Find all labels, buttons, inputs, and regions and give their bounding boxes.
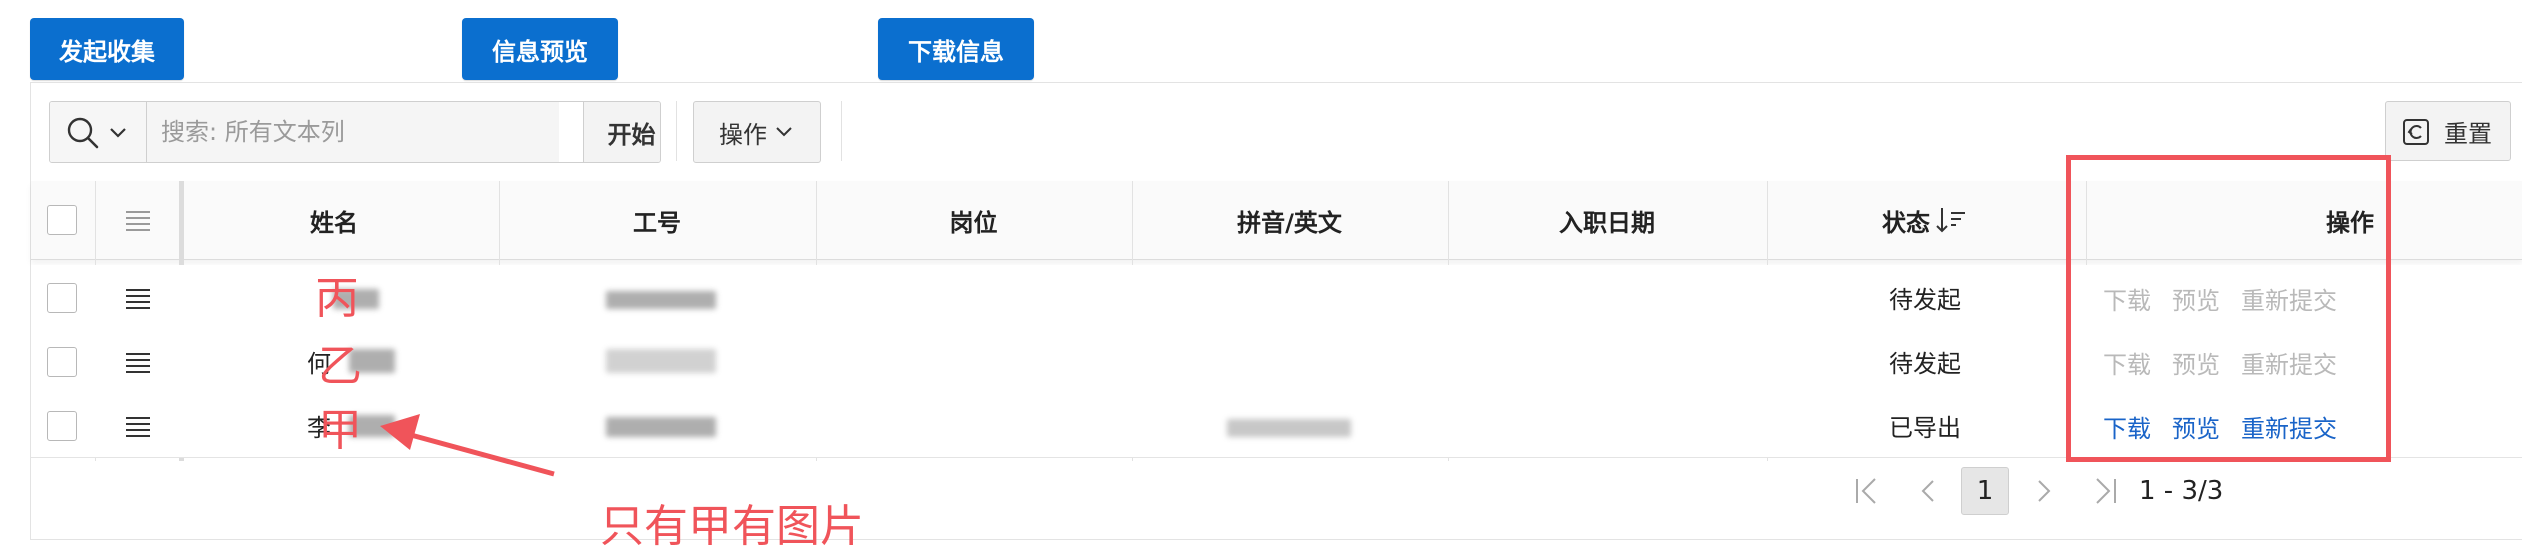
- chevron-down-icon: [110, 128, 126, 138]
- reset-button[interactable]: 重置: [2385, 101, 2511, 161]
- redacted-employee-id: [606, 291, 716, 309]
- redacted-employee-id: [606, 349, 716, 373]
- status-header-label: 状态: [1882, 208, 1930, 237]
- search-group: 开始: [49, 101, 661, 163]
- column-header-name[interactable]: 姓名: [179, 181, 489, 259]
- row-checkbox[interactable]: [47, 283, 77, 313]
- actions-menu-button[interactable]: 操作: [693, 101, 821, 163]
- row-menu-icon[interactable]: [124, 286, 152, 310]
- annotation-label: 甲: [318, 405, 362, 456]
- search-column-selector[interactable]: [50, 102, 147, 162]
- go-button[interactable]: 开始: [583, 102, 660, 162]
- actions-menu-label: 操作: [719, 120, 767, 149]
- status-cell: 待发起: [1889, 349, 1961, 378]
- start-collect-button[interactable]: 发起收集: [30, 18, 184, 80]
- row-menu-icon[interactable]: [124, 350, 152, 374]
- status-cell: 已导出: [1889, 413, 1961, 442]
- highlight-box: [2066, 155, 2391, 462]
- last-page-icon[interactable]: [2087, 473, 2123, 509]
- reset-icon: [2403, 119, 2429, 145]
- annotation-label: 乙: [318, 341, 362, 392]
- first-page-icon[interactable]: [1849, 473, 1885, 509]
- column-header-hire-date[interactable]: 入职日期: [1448, 181, 1766, 259]
- redacted-employee-id: [606, 417, 716, 437]
- column-header-position[interactable]: 岗位: [816, 181, 1131, 259]
- column-header-pinyin[interactable]: 拼音/英文: [1132, 181, 1447, 259]
- status-cell: 待发起: [1889, 285, 1961, 314]
- sort-descending-icon: [1936, 208, 1965, 233]
- row-checkbox[interactable]: [47, 411, 77, 441]
- row-checkbox[interactable]: [47, 347, 77, 377]
- info-preview-button[interactable]: 信息预览: [462, 18, 618, 80]
- search-icon: [67, 117, 99, 149]
- annotation-note: 只有甲有图片: [600, 501, 864, 552]
- next-page-icon[interactable]: [2025, 473, 2061, 509]
- redacted-pinyin: [1227, 419, 1351, 437]
- toolbar-divider: [676, 101, 677, 161]
- column-header-employee-id[interactable]: 工号: [499, 181, 815, 259]
- row-menu-icon: [126, 211, 150, 231]
- annotation-label: 丙: [315, 273, 359, 324]
- current-page[interactable]: 1: [1961, 467, 2009, 515]
- select-all-checkbox[interactable]: [47, 205, 77, 235]
- column-header-status[interactable]: 状态: [1767, 181, 2083, 259]
- reset-label: 重置: [2444, 119, 2492, 148]
- row-menu-icon[interactable]: [124, 414, 152, 438]
- search-input[interactable]: [147, 102, 559, 162]
- toolbar-divider: [841, 101, 842, 161]
- annotation-arrow-icon: [380, 414, 555, 477]
- download-info-button[interactable]: 下载信息: [878, 18, 1034, 80]
- pagination-range: 1 - 3/3: [2139, 476, 2224, 506]
- previous-page-icon[interactable]: [1911, 473, 1947, 509]
- chevron-down-icon: [776, 127, 792, 137]
